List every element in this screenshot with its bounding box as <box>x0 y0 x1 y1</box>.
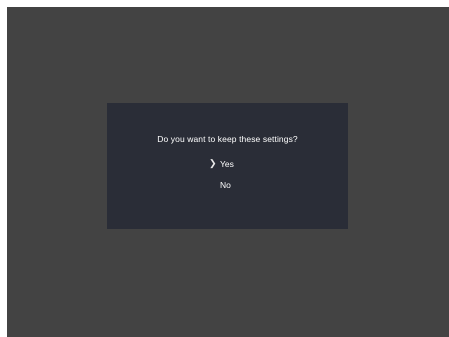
confirm-settings-dialog: Do you want to keep these settings? ❯ Ye… <box>107 103 348 229</box>
option-no-label: No <box>220 180 231 190</box>
dialog-question: Do you want to keep these settings? <box>157 134 298 144</box>
option-yes-label: Yes <box>220 159 234 169</box>
screen-background: Do you want to keep these settings? ❯ Ye… <box>7 7 449 337</box>
selection-cursor-icon: ❯ <box>209 158 217 168</box>
